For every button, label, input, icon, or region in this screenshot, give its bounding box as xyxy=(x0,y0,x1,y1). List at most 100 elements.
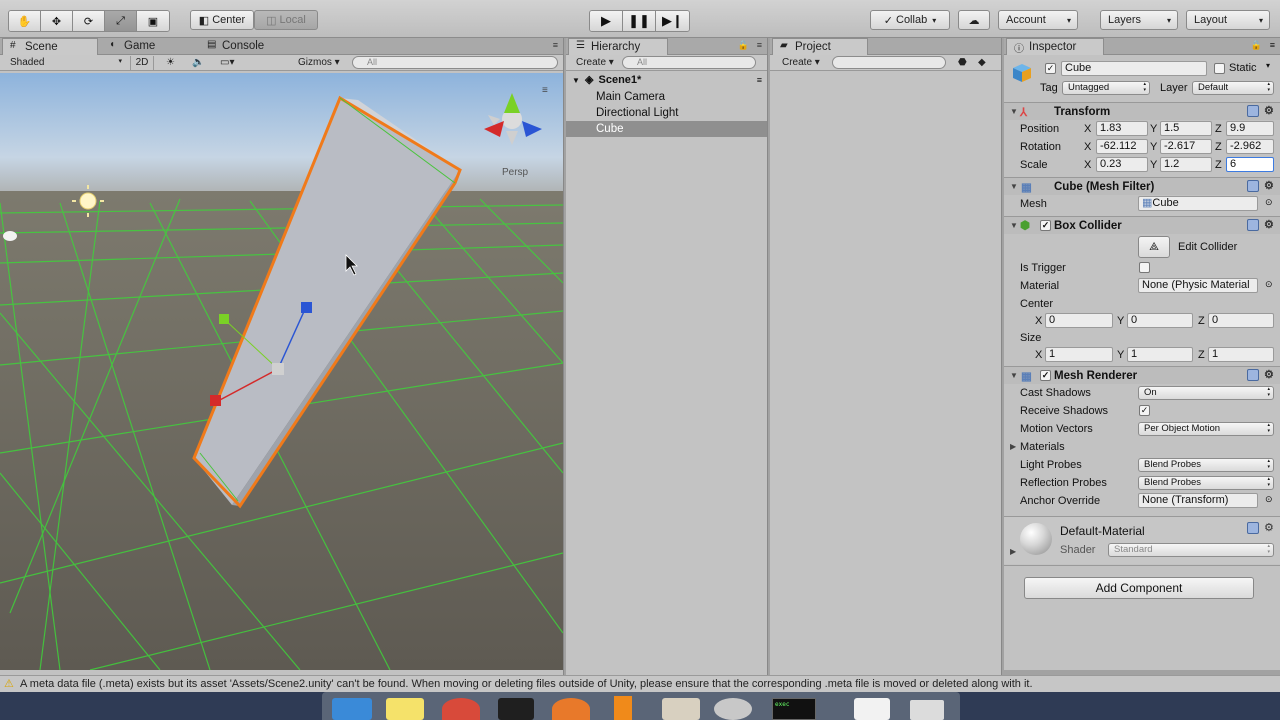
tab-game[interactable]: ◖ Game xyxy=(102,38,202,55)
expand-arrow-icon[interactable]: ▼ xyxy=(572,76,580,85)
mesh-renderer-enabled-checkbox[interactable]: ✓ xyxy=(1040,370,1051,381)
hierarchy-item-cube[interactable]: Cube xyxy=(566,121,767,137)
layers-dropdown[interactable]: Layers ▾ xyxy=(1100,10,1178,30)
project-create-dropdown[interactable]: Create ▾ xyxy=(778,56,824,70)
is-trigger-checkbox[interactable] xyxy=(1139,262,1150,273)
static-checkbox[interactable] xyxy=(1214,63,1225,74)
object-picker-icon[interactable]: ⊙ xyxy=(1265,279,1273,290)
layer-dropdown[interactable]: Default xyxy=(1192,81,1274,95)
tab-project[interactable]: ▰ Project xyxy=(772,38,868,55)
tab-console[interactable]: ▤ Console xyxy=(200,38,310,55)
hierarchy-search-input[interactable]: All xyxy=(622,56,756,69)
size-x-field[interactable]: 1 xyxy=(1045,347,1113,362)
scene-viewport[interactable]: Persp ≡ xyxy=(0,73,563,670)
static-dropdown-arrow-icon[interactable]: ▾ xyxy=(1266,61,1270,70)
rotate-tool-icon[interactable]: ⟳ xyxy=(73,11,105,31)
reflection-probes-dropdown[interactable]: Blend Probes xyxy=(1138,476,1274,490)
receive-shadows-checkbox[interactable]: ✓ xyxy=(1139,405,1150,416)
scene-menu-icon[interactable]: ≡ xyxy=(757,71,762,89)
physic-material-field[interactable]: None (Physic Material xyxy=(1138,278,1258,293)
firefox-icon[interactable] xyxy=(552,698,590,720)
box-collider-header[interactable]: ▼ ⬢ ✓ Box Collider ⚙ xyxy=(1004,216,1280,234)
transform-header[interactable]: ▼ ⅄ Transform ⚙ xyxy=(1004,102,1280,120)
x-handle[interactable] xyxy=(210,395,221,406)
audio-toggle-icon[interactable]: 🔈 xyxy=(188,56,208,70)
scene-root-row[interactable]: ▼ ◈ Scene1* ≡ xyxy=(566,71,767,89)
tab-inspector[interactable]: ⓘ Inspector xyxy=(1006,38,1104,55)
center-handle[interactable] xyxy=(272,363,284,375)
scale-y-field[interactable]: 1.2 xyxy=(1160,157,1212,172)
light-probes-dropdown[interactable]: Blend Probes xyxy=(1138,458,1274,472)
center-y-field[interactable]: 0 xyxy=(1127,313,1193,328)
gear-icon[interactable]: ⚙ xyxy=(1264,179,1274,192)
tag-dropdown[interactable]: Untagged xyxy=(1062,81,1150,95)
y-handle[interactable] xyxy=(219,314,229,324)
fold-arrow-icon[interactable]: ▼ xyxy=(1010,371,1018,380)
panel-menu-icon[interactable]: ≡ xyxy=(553,40,558,50)
lock-icon[interactable]: 🔒 xyxy=(1251,40,1262,51)
filter-label-icon[interactable]: ◆ xyxy=(974,56,990,70)
hierarchy-create-dropdown[interactable]: Create ▾ xyxy=(572,56,618,70)
material-sphere-icon[interactable] xyxy=(1020,523,1052,555)
position-z-field[interactable]: 9.9 xyxy=(1226,121,1274,136)
scene-render[interactable]: Persp ≡ xyxy=(0,73,563,670)
edit-collider-button[interactable]: ⟁ xyxy=(1138,236,1170,258)
chrome-icon[interactable] xyxy=(442,698,480,720)
toggle-2d-button[interactable]: 2D xyxy=(130,56,154,70)
active-checkbox[interactable]: ✓ xyxy=(1045,63,1056,74)
lighting-toggle-icon[interactable]: ☀ xyxy=(162,56,179,70)
fold-arrow-icon[interactable]: ▼ xyxy=(1010,107,1018,116)
materials-fold-arrow-icon[interactable]: ▶ xyxy=(1010,442,1016,451)
terminal-icon[interactable]: exec xyxy=(772,698,816,720)
help-book-icon[interactable] xyxy=(1247,369,1259,381)
trash-icon[interactable] xyxy=(910,700,944,720)
notes-icon[interactable] xyxy=(386,698,424,720)
object-picker-icon[interactable]: ⊙ xyxy=(1265,494,1273,505)
material-fold-arrow-icon[interactable]: ▶ xyxy=(1010,547,1016,556)
panel-menu-icon[interactable]: ≡ xyxy=(1270,40,1275,50)
gear-icon[interactable]: ⚙ xyxy=(1264,521,1274,534)
materials-label[interactable]: Materials xyxy=(1020,441,1065,453)
hierarchy-item-directional-light[interactable]: Directional Light xyxy=(566,105,767,121)
tab-scene[interactable]: # Scene xyxy=(2,38,98,55)
effects-toggle-icon[interactable]: ▭▾ xyxy=(216,56,238,70)
photo-booth-icon[interactable] xyxy=(714,698,752,720)
z-handle[interactable] xyxy=(301,302,312,313)
space-local-button[interactable]: ◫ Local xyxy=(254,10,318,30)
vlc-icon[interactable] xyxy=(614,696,632,720)
center-z-field[interactable]: 0 xyxy=(1208,313,1274,328)
shader-dropdown[interactable]: Standard xyxy=(1108,543,1274,557)
size-z-field[interactable]: 1 xyxy=(1208,347,1274,362)
filter-type-icon[interactable]: ⬣ xyxy=(954,56,971,70)
hand-tool-icon[interactable]: ✋ xyxy=(9,11,41,31)
scene-menu-icon[interactable]: ≡ xyxy=(542,85,548,96)
object-name-input[interactable]: Cube xyxy=(1061,61,1207,76)
help-book-icon[interactable] xyxy=(1247,180,1259,192)
unity-icon[interactable] xyxy=(498,698,534,720)
move-tool-icon[interactable]: ✥ xyxy=(41,11,73,31)
gear-icon[interactable]: ⚙ xyxy=(1264,368,1274,381)
gear-icon[interactable]: ⚙ xyxy=(1264,104,1274,117)
cloud-button[interactable]: ☁ xyxy=(958,10,990,30)
rotation-z-field[interactable]: -2.962 xyxy=(1226,139,1274,154)
help-book-icon[interactable] xyxy=(1247,522,1259,534)
help-book-icon[interactable] xyxy=(1247,219,1259,231)
anchor-override-field[interactable]: None (Transform) xyxy=(1138,493,1258,508)
fold-arrow-icon[interactable]: ▼ xyxy=(1010,182,1018,191)
step-icon[interactable]: ▶❙ xyxy=(656,11,689,31)
hierarchy-item-main-camera[interactable]: Main Camera xyxy=(566,89,767,105)
account-dropdown[interactable]: Account ▾ xyxy=(998,10,1078,30)
pivot-center-button[interactable]: ◧ Center xyxy=(190,10,254,30)
rect-tool-icon[interactable]: ▣ xyxy=(137,11,169,31)
scene-search-input[interactable]: All xyxy=(352,56,558,69)
layout-dropdown[interactable]: Layout ▾ xyxy=(1186,10,1270,30)
gizmos-dropdown[interactable]: Gizmos ▾ xyxy=(294,56,344,70)
console-status-bar[interactable]: ⚠ A meta data file (.meta) exists but it… xyxy=(0,675,1280,692)
add-component-button[interactable]: Add Component xyxy=(1024,577,1254,599)
lock-icon[interactable]: 🔒 xyxy=(738,40,749,51)
rotation-x-field[interactable]: -62.112 xyxy=(1096,139,1148,154)
position-y-field[interactable]: 1.5 xyxy=(1160,121,1212,136)
project-search-input[interactable] xyxy=(832,56,946,69)
position-x-field[interactable]: 1.83 xyxy=(1096,121,1148,136)
scale-tool-icon[interactable]: ⤢ xyxy=(105,11,137,31)
